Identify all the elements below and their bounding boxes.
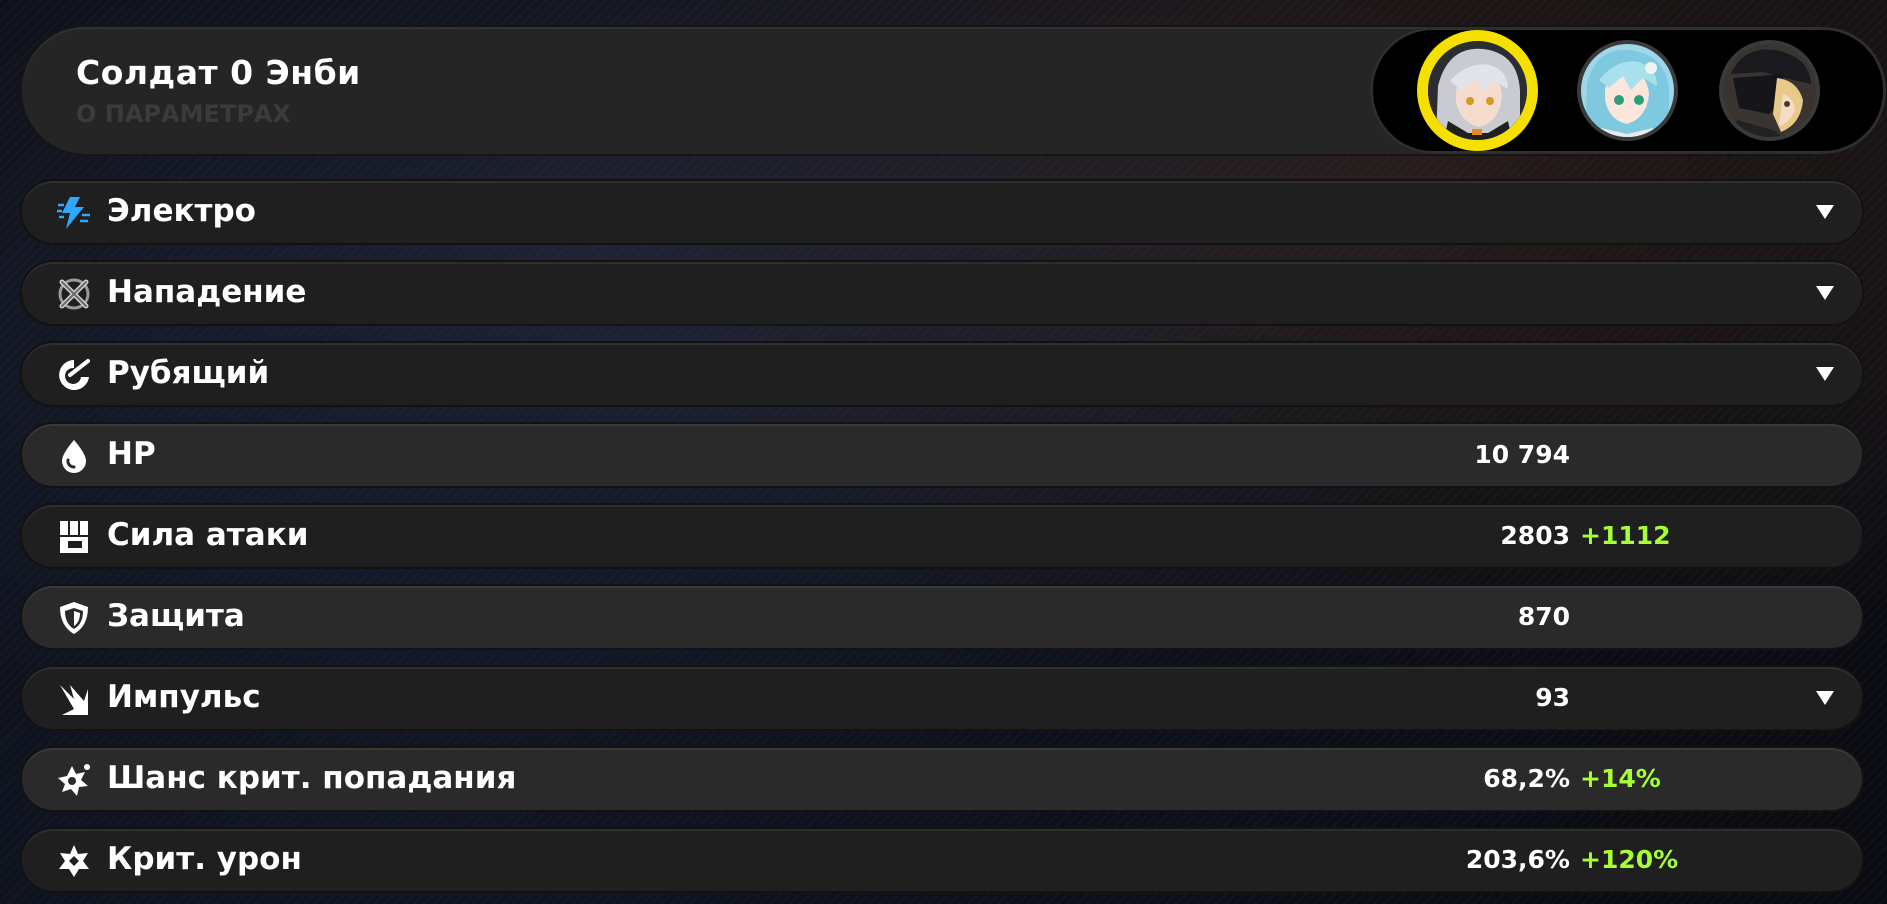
row-label: HP: [107, 436, 156, 472]
attribute-row-attack-type[interactable]: Нападение: [22, 262, 1862, 324]
chevron-down-icon[interactable]: [1814, 689, 1836, 707]
agent-portrait-3[interactable]: [1719, 40, 1820, 141]
stat-value: 203,6%: [1465, 845, 1570, 874]
row-label: Крит. урон: [107, 841, 302, 877]
attribute-row-electro[interactable]: Электро: [22, 181, 1862, 243]
row-label: Защита: [107, 598, 245, 634]
stat-row-crit-rate: Шанс крит. попадания 68,2% +14%: [22, 748, 1862, 810]
portrait-image: [1723, 44, 1816, 137]
row-label: Шанс крит. попадания: [107, 760, 517, 796]
stat-bonus: +120%: [1580, 845, 1679, 874]
stat-value: 10 794: [1474, 440, 1570, 469]
attack-fist-icon: [60, 521, 88, 553]
slash-icon: [59, 359, 90, 390]
stat-row-hp: HP 10 794: [22, 424, 1862, 486]
section-subtitle: О ПАРАМЕТРАХ: [76, 100, 291, 128]
stat-bonus: +14%: [1580, 764, 1661, 793]
attribute-row-slash[interactable]: Рубящий: [22, 343, 1862, 405]
chevron-down-icon[interactable]: [1814, 203, 1836, 221]
electric-icon: [57, 197, 90, 229]
stat-value: 870: [1517, 602, 1570, 631]
row-label: Сила атаки: [107, 517, 309, 553]
stat-row-attack: Сила атаки 2803 +1112: [22, 505, 1862, 567]
stat-bonus: +1112: [1580, 521, 1671, 550]
chevron-down-icon[interactable]: [1814, 284, 1836, 302]
portrait-image: [1428, 41, 1527, 140]
stat-row-defense: Защита 870: [22, 586, 1862, 648]
stat-value: 2803: [1500, 521, 1570, 550]
crit-rate-icon: [58, 764, 90, 796]
crit-dmg-icon: [59, 845, 89, 877]
impulse-icon: [60, 685, 88, 715]
stat-row-crit-dmg: Крит. урон 203,6% +120%: [22, 829, 1862, 891]
character-name: Солдат 0 Энби: [76, 53, 361, 92]
row-label: Нападение: [107, 274, 307, 310]
shield-icon: [60, 602, 88, 634]
row-label: Электро: [107, 193, 256, 229]
stat-row-impulse[interactable]: Импульс 93: [22, 667, 1862, 729]
attack-type-icon: [58, 278, 90, 310]
row-label: Импульс: [107, 679, 261, 715]
chevron-down-icon[interactable]: [1814, 365, 1836, 383]
portrait-image: [1581, 44, 1674, 137]
row-label: Рубящий: [107, 355, 270, 391]
agent-switcher: [1370, 27, 1886, 154]
agent-portrait-2[interactable]: [1577, 40, 1678, 141]
stat-value: 68,2%: [1483, 764, 1570, 793]
character-header: Солдат 0 Энби О ПАРАМЕТРАХ: [22, 27, 1886, 154]
agent-portrait-1[interactable]: [1417, 30, 1538, 151]
hp-drop-icon: [62, 440, 86, 473]
stat-value: 93: [1535, 683, 1570, 712]
